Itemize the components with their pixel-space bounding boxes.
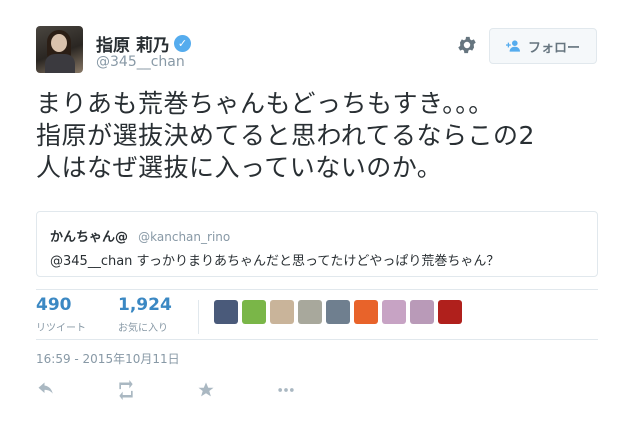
stats-separator: [198, 300, 199, 334]
liker-avatar[interactable]: [410, 300, 434, 324]
author-handle[interactable]: @345__chan: [96, 54, 185, 70]
tweet-text-line: 指原が選抜決めてると思われてるならこの2: [36, 121, 535, 150]
stats-top-divider: [36, 289, 598, 290]
favorite-icon[interactable]: [196, 380, 216, 400]
liker-avatar[interactable]: [326, 300, 350, 324]
author-avatar[interactable]: [36, 26, 83, 73]
tweet-actions: [36, 380, 356, 400]
liker-avatar[interactable]: [242, 300, 266, 324]
retweet-count: 490: [36, 295, 72, 315]
quoted-tweet-handle: @kanchan_rino: [138, 230, 231, 244]
liker-avatar[interactable]: [214, 300, 238, 324]
retweet-label: リツイート: [36, 323, 86, 334]
author-display-name: 指原 莉乃: [96, 36, 170, 56]
gear-icon[interactable]: [456, 34, 478, 56]
liker-avatar[interactable]: [270, 300, 294, 324]
stats-bottom-divider: [36, 339, 598, 340]
tweet-text-line: 人はなぜ選抜に入っていないのか。: [36, 153, 443, 182]
liker-avatar[interactable]: [382, 300, 406, 324]
follow-button-label: フォロー: [527, 40, 580, 56]
reply-icon[interactable]: [36, 380, 56, 400]
quoted-tweet-text: @345__chan すっかりまりあちゃんだと思ってたけどやっぱり荒巻ちゃん？: [50, 254, 500, 269]
avatar-body: [45, 54, 75, 73]
liker-avatar[interactable]: [298, 300, 322, 324]
liker-avatar[interactable]: [354, 300, 378, 324]
likes-label: お気に入り: [118, 323, 168, 334]
quoted-tweet-name: かんちゃん@: [50, 230, 129, 245]
more-icon[interactable]: [276, 380, 296, 400]
retweet-icon[interactable]: [116, 380, 136, 400]
avatar-face: [51, 34, 67, 52]
likes-count: 1,924: [118, 295, 172, 315]
liker-avatar[interactable]: [438, 300, 462, 324]
quoted-tweet-header: かんちゃん@ @kanchan_rino: [50, 226, 230, 245]
tweet-text-line: まりあも荒巻ちゃんもどっちもすき。。。: [36, 89, 494, 118]
follow-button[interactable]: フォロー: [489, 28, 597, 64]
tweet-timestamp[interactable]: 16:59 - 2015年10月11日: [36, 350, 180, 367]
quoted-tweet-card[interactable]: かんちゃん@ @kanchan_rino @345__chan すっかりまりあち…: [36, 211, 598, 277]
likes-stat[interactable]: 1,924 お気に入り: [118, 295, 172, 334]
liker-avatars: [214, 300, 462, 324]
tweet-text: まりあも荒巻ちゃんもどっちもすき。。。 指原が選抜決めてると思われてるならこの2…: [36, 88, 616, 184]
author-name[interactable]: 指原 莉乃 ✓: [96, 31, 191, 56]
verified-badge-icon: ✓: [173, 35, 191, 52]
retweet-stat[interactable]: 490 リツイート: [36, 295, 86, 334]
add-person-icon: [505, 40, 520, 52]
